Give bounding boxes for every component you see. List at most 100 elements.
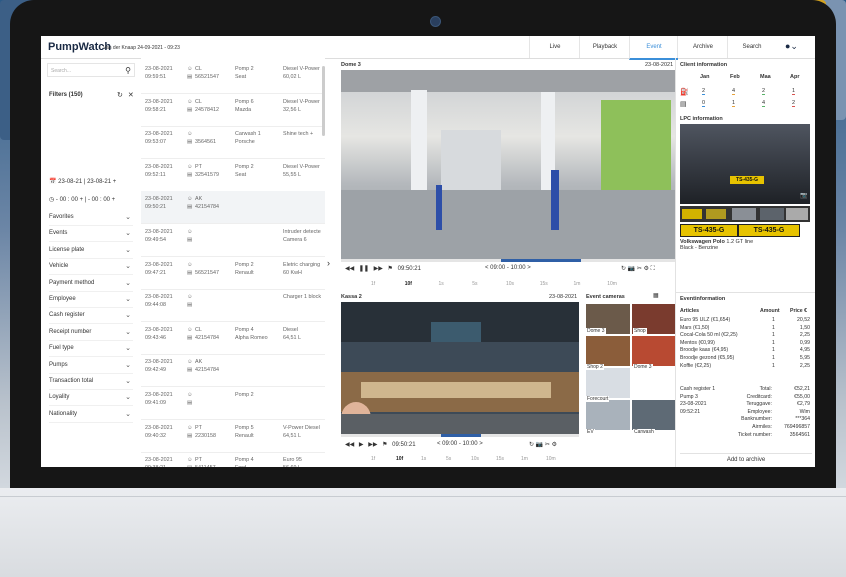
event-camera-tile[interactable] bbox=[632, 336, 676, 366]
chevron-down-icon: ⌄ bbox=[125, 279, 131, 287]
chevron-down-icon: ⌄ bbox=[125, 246, 131, 254]
timeline-bar-top[interactable] bbox=[341, 259, 675, 262]
time-range[interactable]: ◷ - 00 : 00 + | - 00 : 00 + bbox=[49, 196, 115, 203]
add-to-archive-button[interactable]: Add to archive bbox=[680, 453, 812, 467]
filter-item[interactable]: Transaction total ⌄ bbox=[49, 374, 133, 390]
speed-step[interactable]: 1f bbox=[371, 456, 375, 462]
event-row[interactable]: 23-08-2021 09:40:32 ☺ PT ▤ 2230158 Pomp 5 Renau… bbox=[141, 420, 325, 453]
search-input[interactable]: Search... ⚲ bbox=[47, 63, 135, 77]
cut-icon[interactable]: ✂ bbox=[545, 442, 550, 448]
cut-icon[interactable]: ✂ bbox=[637, 266, 642, 272]
speed-step[interactable]: 10s bbox=[506, 281, 514, 287]
event-car: Alpha Romeo bbox=[235, 334, 268, 341]
timeline-bar-bottom[interactable] bbox=[341, 434, 579, 437]
speed-step[interactable]: 1s bbox=[439, 281, 444, 287]
event-row[interactable]: 23-08-2021 09:58:21 ☺ CL ▤ 24578412 Pomp 6 Mazd… bbox=[141, 94, 325, 127]
speed-step[interactable]: 10m bbox=[607, 281, 617, 287]
replay-icon[interactable]: ↻ bbox=[529, 442, 534, 448]
filter-item[interactable]: Fuel type ⌄ bbox=[49, 341, 133, 358]
event-fuel: V-Power Diesel bbox=[283, 424, 320, 431]
forward-icon[interactable]: ▶▶ bbox=[374, 266, 383, 272]
camera-icon[interactable]: 📷 bbox=[628, 266, 635, 272]
nav-playback[interactable]: Playback bbox=[579, 36, 630, 58]
filter-item[interactable]: Cash register ⌄ bbox=[49, 308, 133, 325]
speed-step[interactable]: 15s bbox=[540, 281, 548, 287]
event-car: Porsche bbox=[235, 139, 255, 146]
filter-item[interactable]: Vehicle ⌄ bbox=[49, 259, 133, 276]
scrollbar[interactable] bbox=[322, 66, 325, 136]
settings-icon[interactable]: ⚙ bbox=[552, 442, 557, 448]
search-icon[interactable]: ⚲ bbox=[125, 64, 131, 78]
close-icon[interactable]: ✕ bbox=[128, 92, 134, 99]
event-row[interactable]: 23-08-2021 09:50:21 ☺ AK ▤ 42154784 bbox=[141, 191, 325, 225]
event-row[interactable]: 23-08-2021 09:43:46 ☺ CL ▤ 42154784 Pomp 4 Alph… bbox=[141, 322, 325, 355]
rewind-icon[interactable]: ◀◀ bbox=[345, 442, 354, 448]
replay-icon[interactable]: ↻ bbox=[621, 266, 626, 272]
camera-icon[interactable]: 📷 bbox=[536, 442, 543, 448]
nav-live[interactable]: Live bbox=[529, 36, 580, 58]
speed-step[interactable]: 1m bbox=[521, 456, 528, 462]
time-range-bottom[interactable]: < 09:00 - 10:00 > bbox=[437, 441, 483, 447]
date-range[interactable]: 📅 23-08-21 | 23-08-21 + bbox=[49, 178, 116, 185]
event-row[interactable]: 23-08-2021 09:44:08 ☺ ▤ Charger 1 block bbox=[141, 289, 325, 323]
speed-step[interactable]: 10m bbox=[546, 456, 556, 462]
flag-icon[interactable]: ⚑ bbox=[382, 442, 387, 448]
event-row[interactable]: 23-08-2021 09:41:09 ☺ ▤ Pomp 2 bbox=[141, 387, 325, 420]
filter-item[interactable]: Pumps ⌄ bbox=[49, 358, 133, 374]
speed-step[interactable]: 15s bbox=[496, 456, 504, 462]
camera-feed-kassa[interactable] bbox=[341, 302, 579, 434]
speed-step[interactable]: 1f bbox=[371, 281, 375, 287]
total-value: €52,21 bbox=[794, 386, 810, 392]
event-camera-tile[interactable] bbox=[632, 400, 676, 430]
filter-item[interactable]: Events ⌄ bbox=[49, 226, 133, 243]
camera-feed-dome[interactable] bbox=[341, 70, 675, 260]
fullscreen-icon[interactable]: ⛶ bbox=[651, 266, 655, 272]
event-row[interactable]: 23-08-2021 09:49:54 ☺ ▤ Intruder detecte Came… bbox=[141, 224, 325, 257]
event-row[interactable]: 23-08-2021 09:53:07 ☺ ▤ 3564561 Carwash 1 Pors… bbox=[141, 126, 325, 160]
event-row[interactable]: 23-08-202109:38:21 ☺PT▤5411457 Pomp 4Ford E… bbox=[141, 452, 325, 467]
filter-item[interactable]: Favorites ⌄ bbox=[49, 210, 133, 226]
event-camera-tile[interactable] bbox=[586, 336, 630, 366]
lpc-camera-image[interactable]: TS-435-G 📷 bbox=[680, 124, 810, 204]
reset-icon[interactable]: ↻ bbox=[117, 92, 123, 99]
lpc-thumbnails[interactable] bbox=[680, 206, 810, 222]
filter-item[interactable]: License plate ⌄ bbox=[49, 243, 133, 259]
speed-step[interactable]: 1m bbox=[574, 281, 581, 287]
play-icon[interactable]: ▶ bbox=[359, 442, 364, 448]
chevron-down-icon: ⌄ bbox=[125, 394, 131, 402]
grid-icon[interactable]: ▦ bbox=[653, 292, 659, 299]
time-range-top[interactable]: < 09:00 - 10:00 > bbox=[485, 265, 531, 271]
settings-icon[interactable]: ⚙ bbox=[644, 266, 649, 272]
nav-search[interactable]: Search bbox=[727, 36, 776, 58]
chevron-right-icon[interactable]: › bbox=[327, 258, 330, 268]
event-car: Ford bbox=[235, 465, 246, 467]
speed-step[interactable]: 10s bbox=[471, 456, 479, 462]
article-price: 4,95 bbox=[799, 347, 810, 354]
speed-step[interactable]: 10f bbox=[396, 456, 403, 462]
filter-item[interactable]: Payment method ⌄ bbox=[49, 276, 133, 292]
event-camera-tile[interactable] bbox=[586, 368, 630, 398]
nav-archive[interactable]: Archive bbox=[677, 36, 728, 58]
speed-step[interactable]: 5s bbox=[446, 456, 451, 462]
filter-item[interactable]: Nationality ⌄ bbox=[49, 407, 133, 423]
filter-item[interactable]: Loyality ⌄ bbox=[49, 390, 133, 407]
forward-icon[interactable]: ▶▶ bbox=[368, 442, 377, 448]
filter-item[interactable]: Receipt number ⌄ bbox=[49, 325, 133, 341]
event-row[interactable]: 23-08-2021 09:47:21 ☺ ▤ 56521547 Pomp 2 Renaul… bbox=[141, 257, 325, 290]
event-row[interactable]: 23-08-2021 09:42:49 ☺ AK ▤ 42154784 bbox=[141, 354, 325, 388]
event-row[interactable]: 23-08-2021 09:52:11 ☺ PT ▤ 32541579 Pomp 2 Seat… bbox=[141, 159, 325, 192]
calendar-icon: 📅 bbox=[49, 179, 57, 185]
event-time: 09:42:49 bbox=[145, 367, 166, 374]
rewind-icon[interactable]: ◀◀ bbox=[345, 266, 354, 272]
event-camera-tile[interactable] bbox=[586, 400, 630, 430]
camera-icon[interactable]: 📷 bbox=[800, 192, 807, 199]
event-row[interactable]: 23-08-2021 09:59:51 ☺ CL ▤ 56521547 Pomp 2 Seat… bbox=[141, 61, 325, 94]
flag-icon[interactable]: ⚑ bbox=[388, 266, 393, 272]
speed-step[interactable]: 5s bbox=[472, 281, 477, 287]
pause-icon[interactable]: ❚❚ bbox=[359, 266, 369, 272]
filter-item[interactable]: Employee ⌄ bbox=[49, 292, 133, 308]
speed-step[interactable]: 1s bbox=[421, 456, 426, 462]
nav-event[interactable]: Event bbox=[629, 36, 678, 60]
speed-step[interactable]: 10f bbox=[405, 281, 412, 287]
user-icon[interactable]: ●⌄ bbox=[785, 41, 798, 52]
